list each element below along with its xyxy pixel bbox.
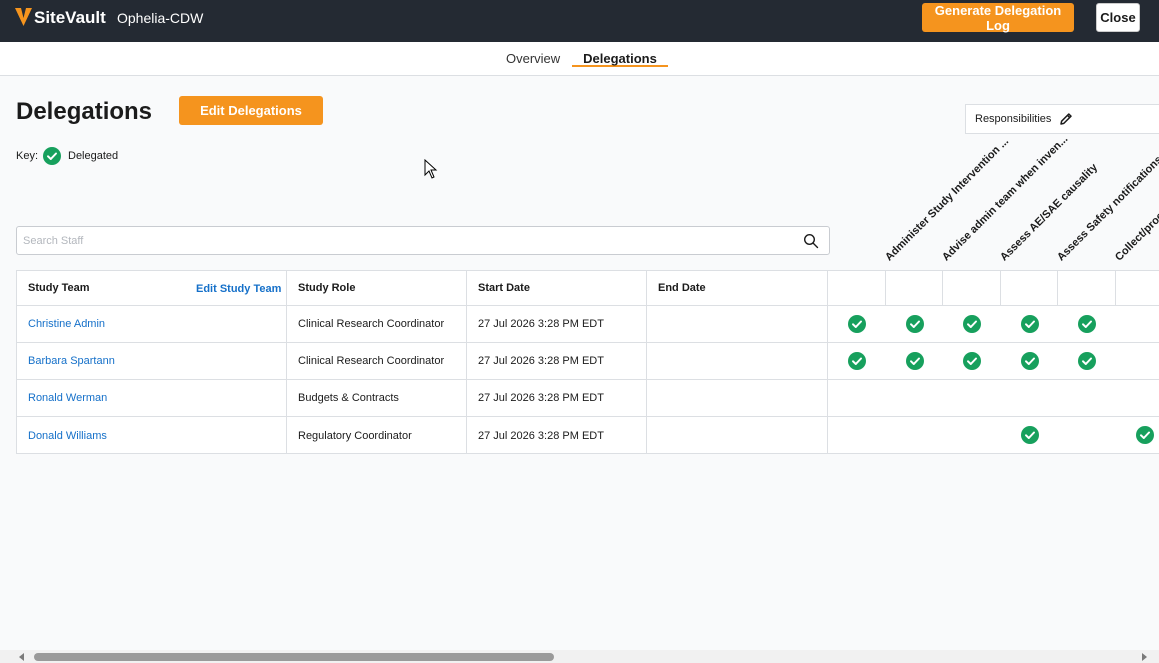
check-circle-icon bbox=[848, 315, 866, 333]
responsibility-header: Assess AE/SAE causality bbox=[998, 161, 1101, 264]
table-header-row: Study Team Edit Study Team Study Role St… bbox=[17, 271, 1159, 306]
start-date-cell: 27 Jul 2026 3:28 PM EDT bbox=[478, 318, 604, 330]
top-bar: SiteVault Ophelia-CDW Generate Delegatio… bbox=[0, 0, 1159, 42]
pencil-icon bbox=[1060, 113, 1072, 125]
check-circle-icon bbox=[1078, 352, 1096, 370]
search-staff-box bbox=[16, 226, 830, 255]
horizontal-scrollbar[interactable] bbox=[0, 650, 1159, 663]
check-circle-icon bbox=[1021, 426, 1039, 444]
staff-name-link[interactable]: Ronald Werman bbox=[28, 380, 107, 416]
study-name: Ophelia-CDW bbox=[117, 10, 204, 26]
table-row: Donald Williams Regulatory Coordinator 27 … bbox=[17, 417, 1159, 454]
check-circle-icon bbox=[1021, 315, 1039, 333]
table-row: Ronald Werman Budgets & Contracts 27 Jul 2… bbox=[17, 380, 1159, 417]
cursor-icon bbox=[424, 159, 438, 179]
header-study-team: Study Team bbox=[28, 282, 90, 294]
responsibility-header: Collect/proces bbox=[1113, 201, 1159, 264]
responsibilities-button[interactable]: Responsibilities bbox=[965, 104, 1159, 134]
delegation-table: Study Team Edit Study Team Study Role St… bbox=[16, 270, 1159, 454]
start-date-cell: 27 Jul 2026 3:28 PM EDT bbox=[478, 392, 604, 404]
check-circle-icon bbox=[43, 147, 61, 165]
study-role-cell: Clinical Research Coordinator bbox=[298, 355, 445, 367]
tab-overview[interactable]: Overview bbox=[506, 51, 560, 66]
staff-name-link[interactable]: Donald Williams bbox=[28, 417, 107, 454]
column-divider bbox=[942, 271, 943, 306]
column-divider bbox=[286, 271, 287, 453]
table-row: Barbara Spartann Clinical Research Coordi… bbox=[17, 343, 1159, 380]
edit-delegations-button[interactable]: Edit Delegations bbox=[179, 96, 323, 125]
start-date-cell: 27 Jul 2026 3:28 PM EDT bbox=[478, 429, 604, 442]
key-delegated-label: Delegated bbox=[68, 150, 119, 162]
tab-bar: Overview Delegations bbox=[0, 42, 1159, 76]
scroll-right-icon[interactable] bbox=[1140, 653, 1148, 661]
column-divider bbox=[646, 271, 647, 453]
check-circle-icon bbox=[1078, 315, 1096, 333]
check-circle-icon bbox=[963, 315, 981, 333]
scrollbar-thumb[interactable] bbox=[34, 653, 554, 661]
column-divider bbox=[885, 271, 886, 306]
tab-delegations[interactable]: Delegations bbox=[572, 42, 668, 67]
column-divider bbox=[466, 271, 467, 453]
table-row: Christine Admin Clinical Research Coordin… bbox=[17, 306, 1159, 343]
search-staff-input[interactable] bbox=[23, 232, 783, 250]
column-divider bbox=[1115, 271, 1116, 306]
check-circle-icon bbox=[906, 352, 924, 370]
page-title: Delegations bbox=[16, 98, 153, 125]
study-role-cell: Budgets & Contracts bbox=[298, 392, 399, 404]
check-circle-icon bbox=[906, 315, 924, 333]
staff-name-link[interactable]: Christine Admin bbox=[28, 306, 105, 342]
header-end-date: End Date bbox=[658, 282, 706, 294]
study-role-cell: Clinical Research Coordinator bbox=[298, 318, 445, 330]
check-circle-icon bbox=[1136, 426, 1154, 444]
key-label: Key: bbox=[16, 150, 39, 162]
start-date-cell: 27 Jul 2026 3:28 PM EDT bbox=[478, 355, 604, 367]
staff-name-link[interactable]: Barbara Spartann bbox=[28, 343, 115, 379]
brand-name: SiteVault bbox=[34, 8, 106, 27]
header-study-role: Study Role bbox=[298, 282, 356, 294]
edit-study-team-link[interactable]: Edit Study Team bbox=[196, 271, 281, 306]
header-start-date: Start Date bbox=[478, 282, 530, 294]
column-divider bbox=[1000, 271, 1001, 306]
column-divider bbox=[1057, 271, 1058, 306]
responsibility-header: Advise admin team when inven... bbox=[940, 133, 1071, 264]
scroll-left-icon[interactable] bbox=[18, 653, 26, 661]
check-circle-icon bbox=[848, 352, 866, 370]
close-button[interactable]: Close bbox=[1096, 3, 1140, 32]
sitevault-logo-icon bbox=[15, 8, 32, 26]
responsibility-header: Assess Safety notifications bbox=[1055, 153, 1159, 264]
generate-delegation-log-button[interactable]: Generate Delegation Log bbox=[922, 3, 1074, 33]
check-circle-icon bbox=[1021, 352, 1039, 370]
column-divider bbox=[827, 271, 828, 453]
responsibility-header: Administer Study Intervention ... bbox=[883, 135, 1012, 264]
check-circle-icon bbox=[963, 352, 981, 370]
responsibilities-label: Responsibilities bbox=[975, 113, 1052, 125]
study-role-cell: Regulatory Coordinator bbox=[298, 429, 412, 442]
search-icon[interactable] bbox=[803, 233, 819, 249]
